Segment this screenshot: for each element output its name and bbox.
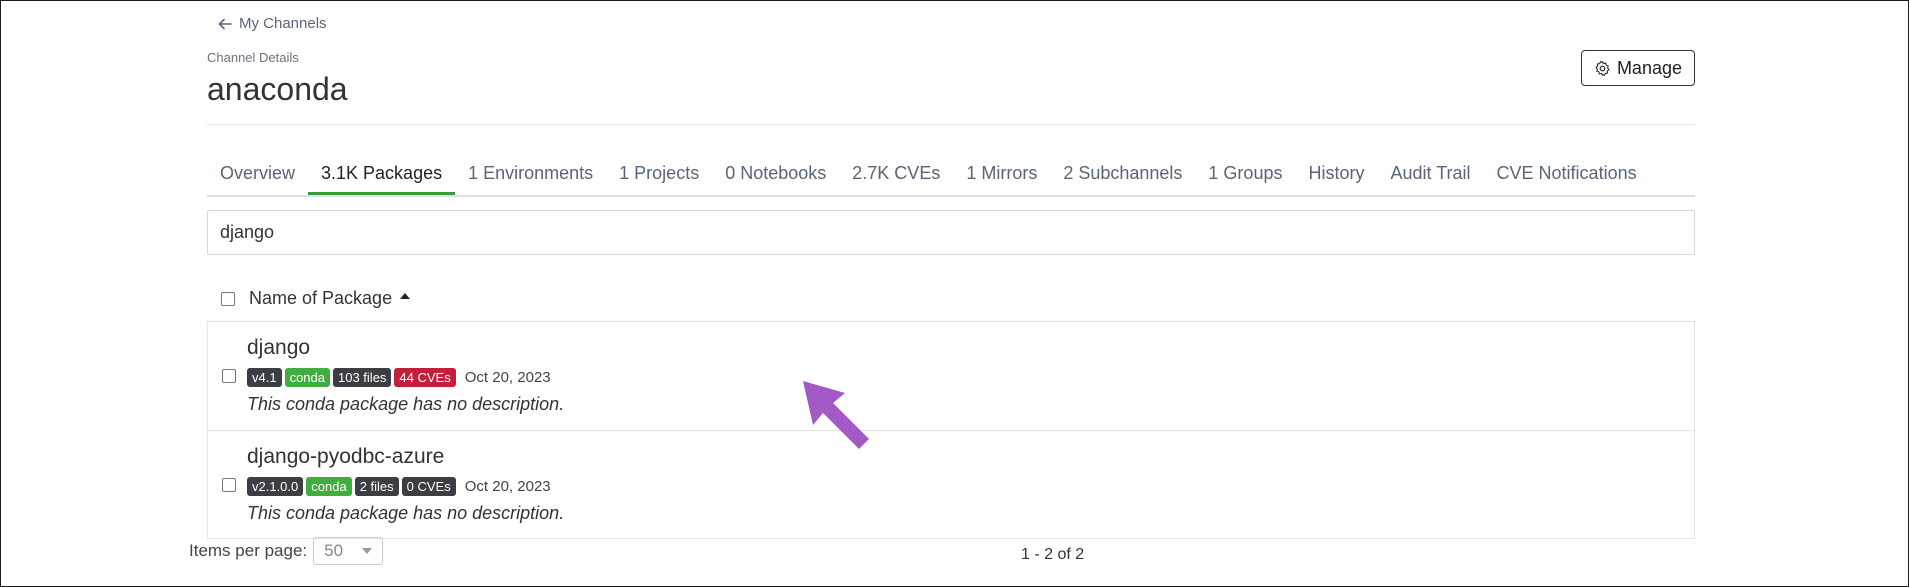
tab-groups[interactable]: 1 Groups <box>1195 151 1295 193</box>
tab-cve-notifications[interactable]: CVE Notifications <box>1484 151 1650 193</box>
arrow-left-icon <box>218 18 232 29</box>
files-badge: 2 files <box>354 477 399 496</box>
select-all-checkbox[interactable] <box>221 291 235 306</box>
back-to-channels-link[interactable]: My Channels <box>217 15 327 32</box>
items-per-page-value: 50 <box>324 541 344 560</box>
tab-audit-trail[interactable]: Audit Trail <box>1377 151 1483 193</box>
tab-subchannels[interactable]: 2 Subchannels <box>1050 151 1195 193</box>
files-badge: 103 files <box>333 368 392 387</box>
manage-button-label: Manage <box>1616 57 1682 78</box>
gear-icon <box>1595 60 1610 76</box>
list-header: Name of Package <box>221 288 411 309</box>
package-name-link[interactable]: django <box>247 336 310 360</box>
package-type-badge: conda <box>306 477 352 496</box>
tab-notebooks[interactable]: 0 Notebooks <box>712 151 839 193</box>
items-per-page: Items per page: 50 <box>189 537 384 565</box>
tab-history[interactable]: History <box>1295 151 1377 193</box>
package-date: Oct 20, 2023 <box>464 478 551 495</box>
package-description: This conda package has no description. <box>247 394 565 414</box>
version-badge: v4.1 <box>247 368 282 387</box>
tab-projects[interactable]: 1 Projects <box>606 151 712 193</box>
package-checkbox[interactable] <box>222 369 236 383</box>
cves-badge[interactable]: 44 CVEs <box>394 368 456 387</box>
manage-button[interactable]: Manage <box>1580 50 1695 86</box>
package-search-input[interactable] <box>207 210 1695 255</box>
items-per-page-label: Items per page: <box>189 541 308 560</box>
channel-tabs: Overview 3.1K Packages 1 Environments 1 … <box>207 151 1695 197</box>
package-checkbox[interactable] <box>222 478 236 492</box>
cves-badge[interactable]: 0 CVEs <box>401 477 456 496</box>
sort-by-name-header[interactable]: Name of Package <box>249 288 392 309</box>
back-link-label: My Channels <box>239 15 327 32</box>
package-badges: v2.1.0.0 conda 2 files 0 CVEs Oct 20, 20… <box>247 477 551 496</box>
version-badge: v2.1.0.0 <box>247 477 304 496</box>
page-overline: Channel Details <box>207 50 299 65</box>
package-row: django v4.1 conda 103 files 44 CVEs Oct … <box>208 322 1694 430</box>
tab-packages[interactable]: 3.1K Packages <box>308 151 456 195</box>
package-row: django-pyodbc-azure v2.1.0.0 conda 2 fil… <box>208 430 1694 538</box>
tab-environments[interactable]: 1 Environments <box>455 151 606 193</box>
package-date: Oct 20, 2023 <box>464 369 551 386</box>
chevron-down-icon <box>362 548 373 554</box>
tab-overview[interactable]: Overview <box>207 151 308 193</box>
sort-ascending-icon <box>400 292 411 299</box>
package-badges: v4.1 conda 103 files 44 CVEs Oct 20, 202… <box>247 368 551 387</box>
tab-cves[interactable]: 2.7K CVEs <box>839 151 953 193</box>
annotation-arrow-icon <box>803 381 869 449</box>
pagination-range: 1 - 2 of 2 <box>1021 546 1085 563</box>
package-name-link[interactable]: django-pyodbc-azure <box>247 445 444 469</box>
package-type-badge: conda <box>284 368 330 387</box>
package-description: This conda package has no description. <box>247 503 565 523</box>
tab-mirrors[interactable]: 1 Mirrors <box>953 151 1050 193</box>
package-list: django v4.1 conda 103 files 44 CVEs Oct … <box>207 321 1695 539</box>
header-divider <box>207 124 1695 125</box>
items-per-page-select[interactable]: 50 <box>313 537 384 565</box>
page-title: anaconda <box>207 71 348 107</box>
